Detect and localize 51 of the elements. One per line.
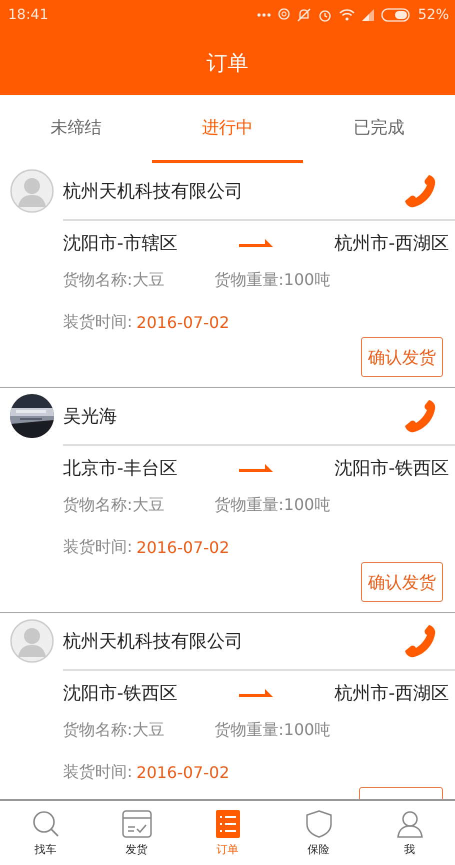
origin: 北京市-丰台区	[63, 457, 178, 480]
nav-item[interactable]: 订单	[182, 801, 273, 865]
signal-icon	[362, 9, 374, 21]
avatar-icon	[10, 169, 54, 213]
confirm-button[interactable]: 确认发货	[361, 562, 443, 602]
company-name: 杭州天机科技有限公司	[63, 180, 244, 203]
route-arrow-icon	[239, 689, 273, 697]
person-icon	[396, 810, 422, 838]
origin: 沈阳市-市辖区	[63, 232, 178, 255]
phone-icon[interactable]	[403, 173, 437, 209]
nav-item[interactable]: 我	[364, 801, 455, 865]
load-date: 2016-07-02	[136, 312, 230, 332]
phone-icon[interactable]	[403, 623, 437, 659]
destination: 杭州市-西湖区	[334, 232, 449, 255]
battery-level: 52%	[418, 7, 449, 23]
tray-icon	[122, 810, 152, 838]
mute-icon	[296, 8, 311, 22]
company-name: 吴光海	[63, 405, 118, 428]
cargo-name: 货物名称:大豆	[63, 720, 164, 740]
nav-item[interactable]: 保险	[273, 801, 364, 865]
load-time-label: 装货时间:	[63, 762, 132, 782]
page-title: 订单	[206, 50, 248, 76]
cargo-weight: 货物重量:100吨	[214, 720, 330, 740]
confirm-button[interactable]: 确认发货	[361, 337, 443, 377]
search-icon	[32, 810, 60, 838]
phone-icon[interactable]	[403, 398, 437, 434]
load-time-label: 装货时间:	[63, 536, 132, 558]
location-icon	[278, 8, 290, 22]
route-arrow-icon	[239, 239, 273, 247]
cargo-name: 货物名称:大豆	[63, 270, 164, 290]
cargo-weight: 货物重量:100吨	[214, 270, 330, 290]
route-arrow-icon	[239, 464, 273, 472]
destination: 杭州市-西湖区	[334, 682, 449, 705]
load-date: 2016-07-02	[136, 538, 230, 556]
avatar-icon	[10, 619, 54, 663]
company-name: 杭州天机科技有限公司	[63, 630, 244, 653]
shield-icon	[306, 810, 332, 838]
more-icon	[256, 13, 271, 17]
origin: 沈阳市-铁西区	[63, 682, 178, 705]
nav-item[interactable]: 找车	[0, 801, 91, 865]
alarm-icon	[318, 8, 332, 22]
load-time-label: 装货时间:	[63, 312, 132, 332]
cargo-weight: 货物重量:100吨	[214, 494, 330, 516]
nav-item[interactable]: 发货	[91, 801, 182, 865]
load-date: 2016-07-02	[136, 762, 230, 782]
status-time: 18:41	[8, 7, 48, 23]
battery-icon	[380, 8, 411, 22]
wifi-icon	[338, 9, 355, 21]
cargo-name: 货物名称:大豆	[63, 494, 164, 516]
list-icon	[216, 810, 240, 838]
destination: 沈阳市-铁西区	[334, 457, 449, 480]
